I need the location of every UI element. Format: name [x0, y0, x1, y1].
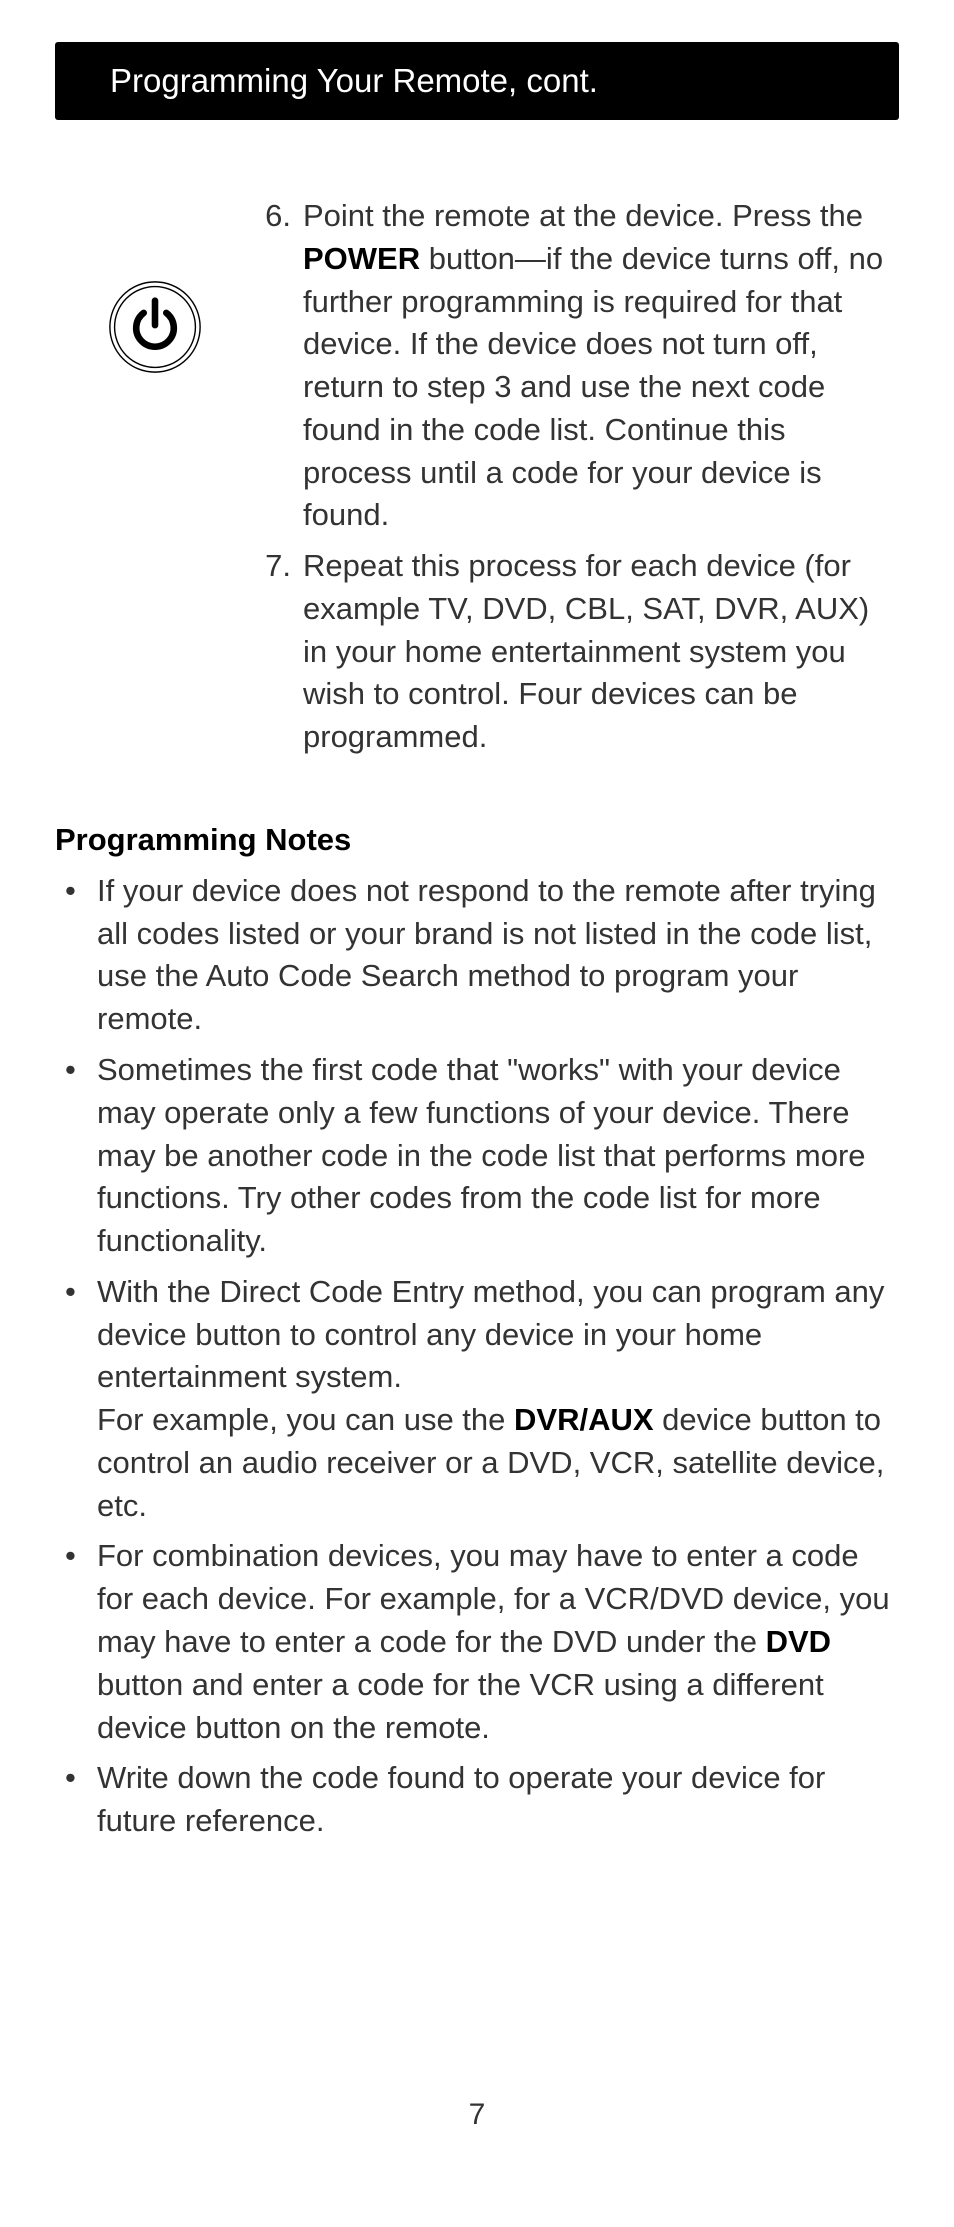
note-item: • If your device does not respond to the… [55, 870, 899, 1041]
note-item: • Write down the code found to operate y… [55, 1757, 899, 1843]
step-item: 6. Point the remote at the device. Press… [255, 195, 899, 537]
section-header-title: Programming Your Remote, cont. [110, 62, 598, 99]
bullet-icon: • [55, 1271, 97, 1528]
step-text: Point the remote at the device. Press th… [303, 195, 899, 537]
note-text: Sometimes the first code that "works" wi… [97, 1049, 899, 1263]
step-number: 7. [255, 545, 303, 759]
bullet-icon: • [55, 1757, 97, 1843]
step-number: 6. [255, 195, 303, 537]
step-item: 7. Repeat this process for each device (… [255, 545, 899, 759]
notes-heading: Programming Notes [55, 822, 899, 858]
note-text: With the Direct Code Entry method, you c… [97, 1271, 899, 1528]
bullet-icon: • [55, 1535, 97, 1749]
bullet-icon: • [55, 870, 97, 1041]
note-item: • With the Direct Code Entry method, you… [55, 1271, 899, 1528]
note-text: For combination devices, you may have to… [97, 1535, 899, 1749]
notes-list: • If your device does not respond to the… [55, 870, 899, 1843]
section-header: Programming Your Remote, cont. [55, 42, 899, 120]
numbered-steps-section: 6. Point the remote at the device. Press… [55, 195, 899, 767]
note-text: Write down the code found to operate you… [97, 1757, 899, 1843]
note-item: • Sometimes the first code that "works" … [55, 1049, 899, 1263]
step-text: Repeat this process for each device (for… [303, 545, 899, 759]
note-item: • For combination devices, you may have … [55, 1535, 899, 1749]
page-number: 7 [0, 2098, 954, 2132]
power-icon [108, 280, 202, 374]
steps-column: 6. Point the remote at the device. Press… [255, 195, 899, 767]
note-text: If your device does not respond to the r… [97, 870, 899, 1041]
bullet-icon: • [55, 1049, 97, 1263]
icon-column [55, 195, 255, 374]
page-container: Programming Your Remote, cont. 6. Point … [0, 0, 954, 2227]
